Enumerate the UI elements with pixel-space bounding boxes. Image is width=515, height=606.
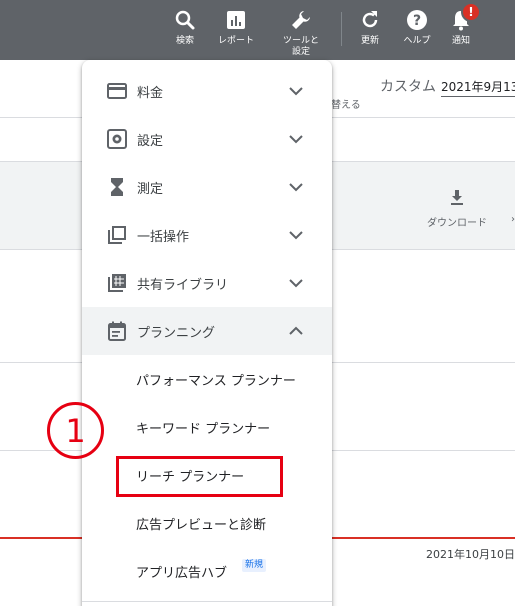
chevron-down-icon — [285, 224, 307, 246]
shared-library-icon — [106, 272, 128, 294]
notifications-label: 通知 — [451, 36, 470, 46]
menu-item-app-ads-hub[interactable]: アプリ広告ハブ 新規 — [82, 547, 332, 595]
svg-text:?: ? — [413, 13, 421, 29]
menu-section-label: 一括操作 — [137, 229, 190, 245]
chevron-down-icon — [285, 176, 307, 198]
help-icon: ? — [405, 8, 429, 32]
reports-icon — [224, 8, 248, 32]
tools-settings-button[interactable]: ツールと 設定 — [276, 0, 326, 60]
refresh-icon — [358, 8, 382, 32]
menu-section-label: 設定 — [137, 133, 164, 149]
date-range-underline — [441, 96, 515, 97]
hourglass-icon — [106, 176, 128, 198]
search-button[interactable]: 検索 — [168, 0, 202, 60]
chevron-down-icon — [285, 128, 307, 150]
download-label[interactable]: ダウンロード — [427, 214, 487, 229]
menu-section-planning[interactable]: プランニング — [82, 307, 332, 355]
search-label: 検索 — [175, 36, 194, 46]
menu-item-label: 広告プレビューと診断 — [136, 517, 267, 533]
settings-icon — [106, 128, 128, 150]
refresh-label: 更新 — [360, 36, 379, 46]
menu-section-shared-library[interactable]: 共有ライブラリ — [82, 259, 332, 307]
menu-section-label: 料金 — [137, 85, 164, 101]
chevron-down-icon — [285, 272, 307, 294]
refresh-button[interactable]: 更新 — [356, 0, 384, 60]
chevron-up-icon — [285, 320, 307, 342]
menu-item-performance-planner[interactable]: パフォーマンス プランナー — [82, 355, 332, 403]
reports-button[interactable]: レポート — [213, 0, 259, 60]
billing-icon — [106, 80, 128, 102]
truncated-toolbar-item: › — [511, 214, 515, 225]
switch-view-text[interactable]: 替える — [331, 96, 361, 111]
wrench-icon — [289, 8, 313, 32]
search-icon — [173, 8, 197, 32]
menu-item-label: アプリ広告ハブ — [136, 565, 228, 581]
chevron-down-icon — [285, 80, 307, 102]
menu-section-bulk-actions[interactable]: 一括操作 — [82, 211, 332, 259]
new-badge: 新規 — [242, 559, 267, 572]
menu-section-measurement[interactable]: 測定 — [82, 163, 332, 211]
menu-section-label: プランニング — [137, 325, 216, 341]
menu-item-ad-preview[interactable]: 広告プレビューと診断 — [82, 499, 332, 547]
menu-section-label: 測定 — [137, 181, 164, 197]
menu-item-label: キーワード プランナー — [136, 421, 271, 437]
help-label: ヘルプ — [403, 36, 431, 46]
menu-section-label: 共有ライブラリ — [137, 277, 229, 293]
menu-divider — [82, 601, 332, 602]
menu-section-settings[interactable]: 設定 — [82, 115, 332, 163]
topbar-divider — [341, 12, 342, 46]
date-axis-end: 2021年10月10日 — [426, 548, 515, 561]
step-number-marker: 1 — [47, 402, 104, 459]
top-bar: 検索 レポート ツールと 設定 更新 ? ヘルプ 通知 ! — [0, 0, 515, 60]
date-range-picker[interactable]: 2021年9月13 — [441, 78, 515, 95]
tools-settings-label: ツールと 設定 — [282, 36, 319, 57]
tools-settings-menu: 料金 設定 測定 一括操作 共有ライブラリ プランニング パフォーマンス プラン… — [82, 60, 332, 606]
help-button[interactable]: ? ヘルプ — [400, 0, 434, 60]
planning-icon — [106, 320, 128, 342]
reports-label: レポート — [217, 36, 254, 46]
menu-item-label: パフォーマンス プランナー — [136, 373, 296, 389]
highlight-box — [116, 456, 283, 497]
bulk-actions-icon — [106, 224, 128, 246]
notification-badge: ! — [461, 2, 481, 22]
download-icon[interactable] — [447, 187, 467, 207]
custom-range-label: カスタム — [380, 79, 436, 95]
menu-section-billing[interactable]: 料金 — [82, 67, 332, 115]
menu-item-keyword-planner[interactable]: キーワード プランナー — [82, 403, 332, 451]
